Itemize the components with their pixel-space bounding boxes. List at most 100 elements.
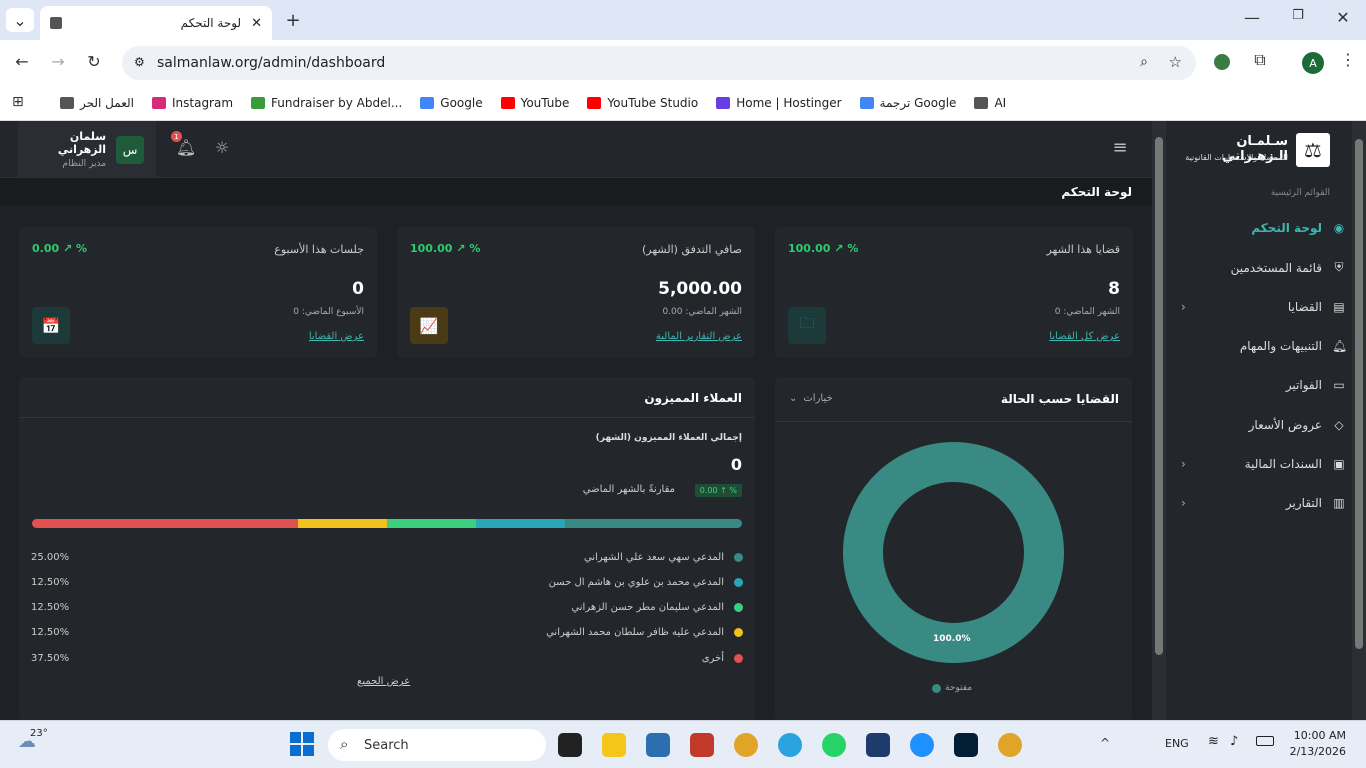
bookmark-item[interactable]: Instagram <box>151 96 233 110</box>
scrollbar-thumb[interactable] <box>1355 139 1363 649</box>
bookmark-item[interactable]: Home | Hostinger <box>716 96 842 110</box>
clock[interactable]: 10:00 AM 2/13/2026 <box>1290 729 1346 758</box>
bookmark-favicon-icon <box>500 96 515 109</box>
sidebar-item[interactable]: عروض الأسعار ◇ <box>1181 418 1346 432</box>
notification-count-badge: 1 <box>171 131 182 142</box>
search-icon: ⌕ <box>340 735 349 753</box>
kpi-link[interactable]: عرض القضايا <box>309 331 364 342</box>
sidebar-scrollbar[interactable] <box>1352 121 1366 720</box>
photoshop-icon[interactable] <box>954 733 978 757</box>
restore-button[interactable]: ❐ <box>1288 8 1308 23</box>
divider <box>775 421 1132 422</box>
bookmark-star-icon[interactable]: ☆ <box>1169 53 1182 71</box>
bookmark-item[interactable]: YouTube <box>500 95 570 110</box>
wallet-icon: ▣ <box>1333 456 1345 471</box>
file-explorer-icon[interactable] <box>602 733 626 757</box>
bookmark-item[interactable]: YouTube Studio <box>587 96 698 110</box>
profile-avatar[interactable]: A <box>1302 52 1324 74</box>
legend-dot <box>932 683 941 693</box>
client-name: المدعي سهي سعد علي الشهراني <box>583 551 724 563</box>
app-icon[interactable] <box>866 733 890 757</box>
zoom-icon[interactable]: ⌕ <box>1140 54 1148 70</box>
legend-dot <box>734 653 743 663</box>
battery-icon[interactable] <box>1256 736 1274 746</box>
weather-temp: 23° <box>30 728 48 739</box>
sidebar-item[interactable]: › السندات المالية ▣ <box>1181 457 1346 471</box>
help-icon[interactable] <box>910 733 934 757</box>
clients-total-value: 0 <box>730 455 742 474</box>
tray-chevron-icon[interactable]: ^ <box>1100 736 1110 750</box>
user-menu[interactable]: سلمان الزهراني مدير النظام س <box>18 121 156 178</box>
extension-icon[interactable] <box>1214 54 1230 70</box>
close-window-button[interactable]: ✕ <box>1333 8 1353 27</box>
theme-toggle-sun-icon[interactable]: ☼ <box>212 138 232 157</box>
minimize-button[interactable]: — <box>1242 8 1262 27</box>
extensions-puzzle-icon[interactable]: ⧉ <box>1250 50 1270 70</box>
sidebar-item[interactable]: قائمة المستخدمين ⛨ <box>1181 260 1346 275</box>
telegram-icon[interactable] <box>778 733 802 757</box>
bookmark-item[interactable]: ترجمة Google <box>859 96 956 110</box>
bookmarks-bar: ⊞ العمل الحر Instagram Fundraiser by Abdel… <box>0 85 1366 121</box>
user-name: سلمان الزهراني <box>57 130 107 156</box>
new-tab-button[interactable]: + <box>282 8 304 32</box>
store-icon[interactable] <box>646 733 670 757</box>
chrome-profile-icon[interactable] <box>998 733 1022 757</box>
sidebar-item[interactable]: › التقارير ▥ <box>1181 496 1346 510</box>
url-field[interactable]: ⚙ salmanlaw.org/admin/dashboard ⌕ ☆ <box>122 46 1196 80</box>
client-legend-row: 12.50% المدعي عليه ظافر سلطان محمد الشهرا… <box>31 625 743 641</box>
legend-dot <box>734 552 743 562</box>
options-dropdown[interactable]: ⌄ خيارات <box>789 393 833 404</box>
chart-icon: 📈 <box>410 307 448 344</box>
kpi-change: 100.00 ↗ % <box>410 242 481 255</box>
legend-label: مفتوحة <box>945 683 973 693</box>
content-scrollbar[interactable] <box>1152 121 1166 720</box>
sidebar-toggle-menu-icon[interactable]: ≡ <box>1110 137 1130 158</box>
close-tab-icon[interactable]: ✕ <box>251 16 262 31</box>
browser-tab[interactable]: لوحة التحكم ✕ <box>40 6 272 40</box>
kpi-link[interactable]: عرض كل القضايا <box>1049 331 1120 342</box>
language-indicator[interactable]: ENG <box>1165 737 1189 750</box>
url-text: salmanlaw.org/admin/dashboard <box>157 55 386 71</box>
back-button[interactable]: ← <box>12 52 32 71</box>
start-windows-icon[interactable] <box>290 732 314 756</box>
site-info-icon[interactable]: ⚙ <box>134 55 145 69</box>
client-legend-row: 25.00% المدعي سهي سعد علي الشهراني <box>31 549 743 565</box>
reload-button[interactable]: ↻ <box>84 52 104 71</box>
sidebar-item[interactable]: › القضايا ▤ <box>1181 300 1346 314</box>
taskbar-search-input[interactable]: ⌕ Search <box>328 729 546 761</box>
sidebar-item[interactable]: التنبيهات والمهام 🔔︎ <box>1181 339 1347 353</box>
page-title: لوحة التحكم <box>0 178 1152 206</box>
bookmark-label: Google <box>440 95 483 110</box>
whatsapp-icon[interactable] <box>822 733 846 757</box>
client-name: أخرى <box>701 652 724 664</box>
chrome-icon[interactable] <box>734 733 758 757</box>
forward-button[interactable]: → <box>48 52 68 71</box>
sidebar-item[interactable]: الفواتير ▭ <box>1181 378 1346 392</box>
menu-kebab-icon[interactable]: ⋮ <box>1338 50 1358 69</box>
view-all-link[interactable]: عرض الجميع <box>357 676 410 687</box>
search-placeholder: Search <box>364 737 409 753</box>
volume-icon[interactable]: ♪ <box>1230 734 1238 749</box>
kpi-link[interactable]: عرض التقارير المالية <box>656 331 742 342</box>
sidebar-item-label: السندات المالية <box>1244 456 1322 471</box>
scrollbar-thumb[interactable] <box>1155 137 1163 655</box>
wifi-icon[interactable]: ≋ <box>1208 734 1219 749</box>
client-legend-row: 12.50% المدعي محمد بن علوي بن هاشم ال حسن <box>31 574 743 590</box>
client-legend-row: 37.50% أخرى <box>31 650 743 666</box>
bookmark-item[interactable]: Fundraiser by Abdel... <box>251 96 402 110</box>
client-legend-row: 12.50% المدعي سليمان مطر حسن الزهراني <box>31 600 743 616</box>
apps-grid-icon[interactable]: ⊞ <box>12 94 24 110</box>
user-role: مدير النظام <box>62 159 107 169</box>
bookmark-item[interactable]: العمل الحر <box>60 96 134 110</box>
client-share-pct: 12.50% <box>31 627 70 639</box>
sidebar-item[interactable]: لوحة التحكم ◉ <box>1181 221 1346 235</box>
task-view-icon[interactable] <box>558 733 582 757</box>
tab-search-button[interactable]: ⌄ <box>6 8 34 32</box>
bookmark-item[interactable]: Google <box>420 95 483 110</box>
bookmark-label: YouTube <box>520 95 570 110</box>
share-bar-segment <box>475 519 565 528</box>
kpi-previous: الشهر الماضي: 0.00 <box>662 307 742 317</box>
kpi-card: جلسات هذا الأسبوع 0.00 ↗ % 0 الأسبوع الماضي… <box>19 227 377 358</box>
bookmark-item[interactable]: AI <box>974 96 1006 110</box>
app-icon[interactable] <box>690 733 714 757</box>
